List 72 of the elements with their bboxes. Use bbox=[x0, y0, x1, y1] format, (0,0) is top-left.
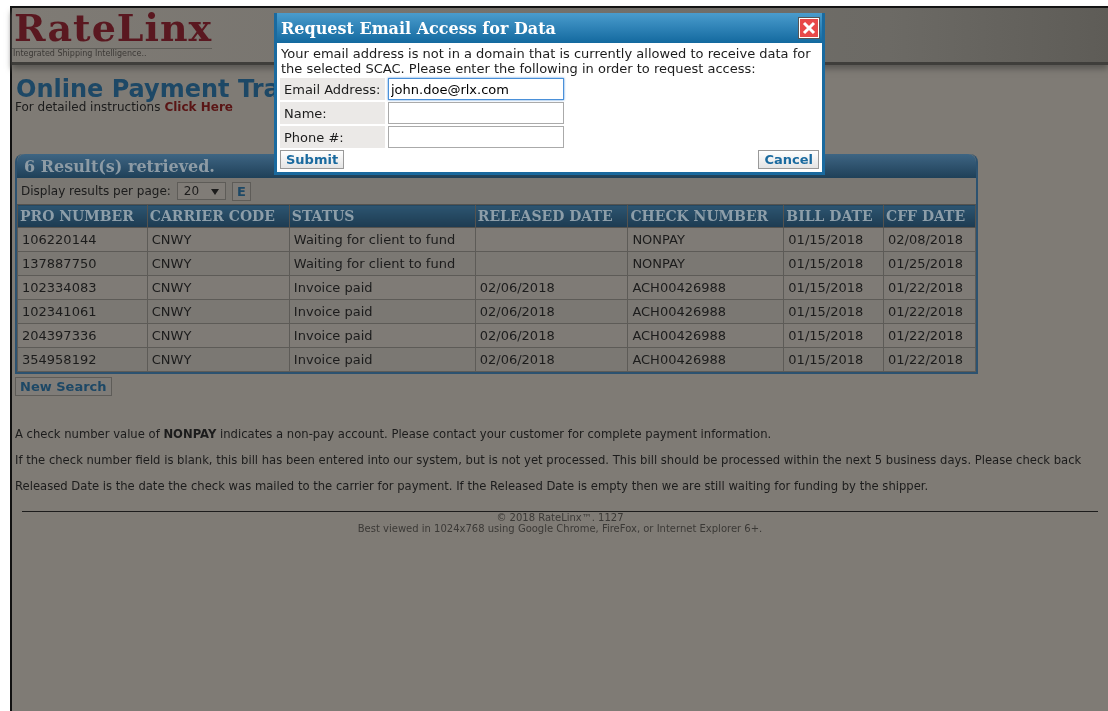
table-cell: 102334083 bbox=[17, 275, 148, 300]
table-cell: 01/22/2018 bbox=[883, 323, 976, 348]
dialog-message: Your email address is not in a domain that is currently allowed to receive data for the selected SCAC. Please enter the following in order to request access: bbox=[280, 46, 812, 76]
table-cell: 137887750 bbox=[17, 251, 148, 276]
table-cell: 01/25/2018 bbox=[883, 251, 976, 276]
instructions-text: For detailed instructions bbox=[15, 100, 161, 114]
per-page-label: Display results per page: bbox=[21, 184, 171, 198]
column-header[interactable]: CARRIER CODE bbox=[147, 204, 290, 228]
copyright-text: © 2018 RateLinx™. 1127 bbox=[495, 512, 625, 523]
table-cell: ACH00426988 bbox=[627, 347, 784, 372]
column-header[interactable]: CFF DATE bbox=[883, 204, 976, 228]
field-label: Email Address: bbox=[280, 78, 385, 100]
column-header[interactable]: BILL DATE bbox=[783, 204, 884, 228]
table-cell: 01/15/2018 bbox=[783, 275, 884, 300]
new-search-button[interactable]: New Search bbox=[15, 377, 112, 396]
note-text: A check number value of NONPAY indicates a non-pay account. Please contact your customer for complete payment information. bbox=[15, 426, 773, 443]
column-header[interactable]: STATUS bbox=[289, 204, 476, 228]
column-header[interactable]: PRO NUMBER bbox=[17, 204, 148, 228]
table-cell: 354958192 bbox=[17, 347, 148, 372]
table-cell: Invoice paid bbox=[289, 275, 476, 300]
table-cell: CNWY bbox=[147, 299, 290, 324]
table-cell: 02/06/2018 bbox=[475, 347, 628, 372]
cancel-button[interactable]: Cancel bbox=[758, 150, 819, 169]
table-cell: 204397336 bbox=[17, 323, 148, 348]
per-page-select[interactable]: 20 bbox=[176, 182, 227, 200]
table-cell: NONPAY bbox=[627, 227, 784, 252]
table-cell: 01/22/2018 bbox=[883, 299, 976, 324]
table-cell: 01/15/2018 bbox=[783, 251, 884, 276]
table-cell: ACH00426988 bbox=[627, 299, 784, 324]
table-cell: 02/06/2018 bbox=[475, 275, 628, 300]
note-text: Released Date is the date the check was mailed to the carrier for payment. If the Released Date is empty then we are still waiting for funding by the shipper. bbox=[15, 478, 930, 495]
table-cell: CNWY bbox=[147, 227, 290, 252]
table-cell: 01/22/2018 bbox=[883, 275, 976, 300]
export-button[interactable]: E bbox=[232, 181, 251, 201]
table-cell: 01/22/2018 bbox=[883, 347, 976, 372]
note-text: If the check number field is blank, this bill has been entered into our system, but is not yet processed. This bill should be processed within the next 5 business days. Please check back bbox=[15, 452, 1083, 469]
instructions-link[interactable]: Click Here bbox=[164, 100, 233, 114]
table-cell: NONPAY bbox=[627, 251, 784, 276]
table-cell: ACH00426988 bbox=[627, 323, 784, 348]
table-cell: CNWY bbox=[147, 347, 290, 372]
field-label: Name: bbox=[280, 102, 385, 124]
input-field[interactable] bbox=[388, 126, 564, 148]
table-cell: 106220144 bbox=[17, 227, 148, 252]
table-cell: Invoice paid bbox=[289, 323, 476, 348]
table-cell: Invoice paid bbox=[289, 299, 476, 324]
table-cell: CNWY bbox=[147, 251, 290, 276]
browser-note: Best viewed in 1024x768 using Google Chrome, FireFox, or Internet Explorer 6+. bbox=[356, 523, 764, 534]
table-cell: 02/06/2018 bbox=[475, 299, 628, 324]
input-field[interactable]: john.doe@rlx.com bbox=[388, 78, 564, 100]
table-cell: 01/15/2018 bbox=[783, 227, 884, 252]
column-header[interactable]: CHECK NUMBER bbox=[627, 204, 784, 228]
tagline: Integrated Shipping Intelligence.. bbox=[12, 48, 213, 58]
table-cell: 01/15/2018 bbox=[783, 323, 884, 348]
table-cell: Invoice paid bbox=[289, 347, 476, 372]
table-cell: Waiting for client to fund bbox=[289, 251, 476, 276]
table-cell: 102341061 bbox=[17, 299, 148, 324]
logo: RateLinx bbox=[14, 8, 213, 48]
table-cell: 01/15/2018 bbox=[783, 347, 884, 372]
close-button[interactable] bbox=[799, 18, 819, 38]
input-field[interactable] bbox=[388, 102, 564, 124]
table-cell: Waiting for client to fund bbox=[289, 227, 476, 252]
dialog-title: Request Email Access for Data bbox=[281, 18, 556, 38]
table-cell: ACH00426988 bbox=[627, 275, 784, 300]
table-cell: 02/06/2018 bbox=[475, 323, 628, 348]
close-icon bbox=[802, 21, 816, 35]
submit-button[interactable]: Submit bbox=[280, 150, 345, 169]
table-cell: CNWY bbox=[147, 323, 290, 348]
table-cell: 02/08/2018 bbox=[883, 227, 976, 252]
table-cell: CNWY bbox=[147, 275, 290, 300]
column-header[interactable]: RELEASED DATE bbox=[475, 204, 628, 228]
table-cell: 01/15/2018 bbox=[783, 299, 884, 324]
field-label: Phone #: bbox=[280, 126, 385, 148]
